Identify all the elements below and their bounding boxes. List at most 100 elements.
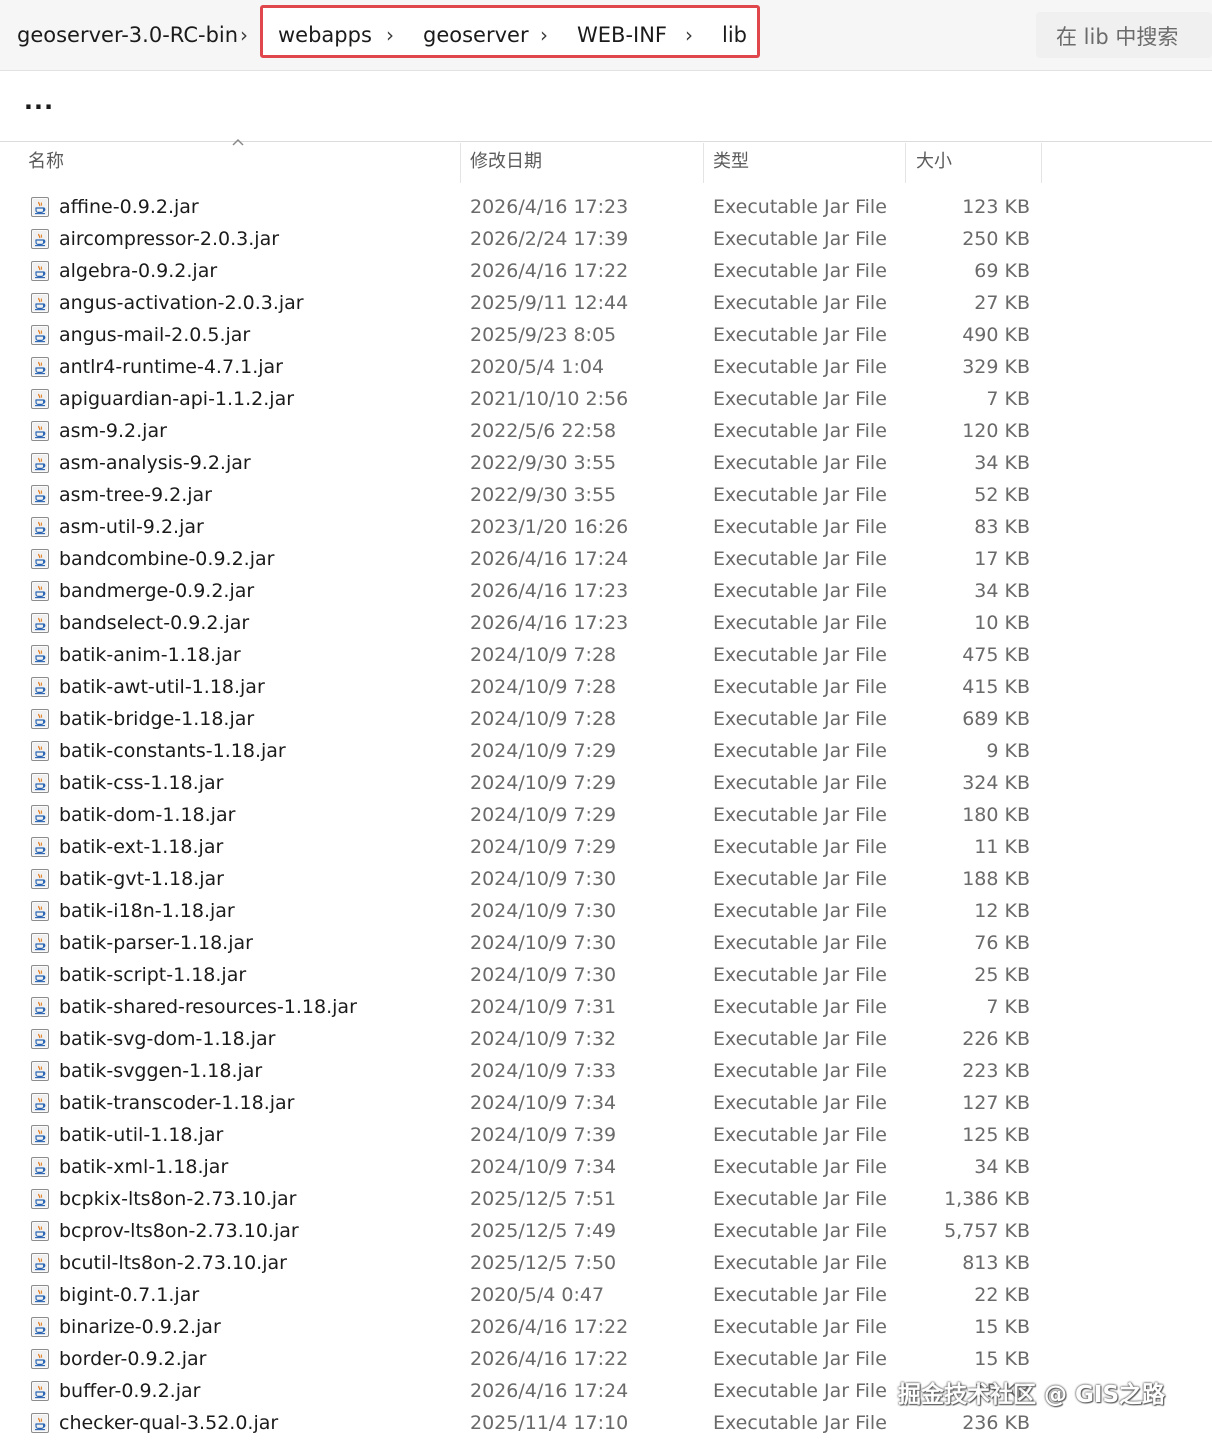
file-name[interactable]: checker-qual-3.52.0.jar (59, 1407, 278, 1439)
file-row[interactable]: batik-gvt-1.18.jar 2024/10/9 7:30 Executab… (0, 863, 1212, 895)
file-row[interactable]: batik-constants-1.18.jar 2024/10/9 7:29 Ex… (0, 735, 1212, 767)
file-name[interactable]: batik-transcoder-1.18.jar (59, 1087, 295, 1119)
file-row[interactable]: apiguardian-api-1.1.2.jar 2021/10/10 2:56… (0, 383, 1212, 415)
file-row[interactable]: batik-util-1.18.jar 2024/10/9 7:39 Executa… (0, 1119, 1212, 1151)
file-row[interactable]: batik-script-1.18.jar 2024/10/9 7:30 Execu… (0, 959, 1212, 991)
file-row[interactable]: binarize-0.9.2.jar 2026/4/16 17:22 Executa… (0, 1311, 1212, 1343)
file-row[interactable]: affine-0.9.2.jar 2026/4/16 17:23 Executabl… (0, 191, 1212, 223)
more-options-button[interactable]: ... (14, 87, 64, 123)
file-row[interactable]: batik-shared-resources-1.18.jar 2024/10/9… (0, 991, 1212, 1023)
breadcrumb-chevron-icon[interactable]: › (386, 21, 394, 49)
file-row[interactable]: border-0.9.2.jar 2026/4/16 17:22 Executabl… (0, 1343, 1212, 1375)
file-name[interactable]: batik-anim-1.18.jar (59, 639, 241, 671)
file-row[interactable]: batik-css-1.18.jar 2024/10/9 7:29 Executab… (0, 767, 1212, 799)
file-row[interactable]: checker-qual-3.52.0.jar 2025/11/4 17:10 Ex… (0, 1407, 1212, 1439)
file-name[interactable]: batik-parser-1.18.jar (59, 927, 253, 959)
file-name[interactable]: bandselect-0.9.2.jar (59, 607, 249, 639)
column-divider[interactable] (1041, 143, 1042, 183)
file-name[interactable]: batik-bridge-1.18.jar (59, 703, 254, 735)
file-name[interactable]: angus-activation-2.0.3.jar (59, 287, 304, 319)
file-name[interactable]: batik-svggen-1.18.jar (59, 1055, 262, 1087)
file-row[interactable]: bcpkix-lts8on-2.73.10.jar 2025/12/5 7:51 E… (0, 1183, 1212, 1215)
file-name[interactable]: bcpkix-lts8on-2.73.10.jar (59, 1183, 296, 1215)
file-name[interactable]: bigint-0.7.1.jar (59, 1279, 199, 1311)
file-row[interactable]: batik-bridge-1.18.jar 2024/10/9 7:28 Execu… (0, 703, 1212, 735)
file-name[interactable]: asm-util-9.2.jar (59, 511, 204, 543)
file-row[interactable]: bigint-0.7.1.jar 2020/5/4 0:47 Executable … (0, 1279, 1212, 1311)
file-name[interactable]: batik-gvt-1.18.jar (59, 863, 224, 895)
file-row[interactable]: angus-mail-2.0.5.jar 2025/9/23 8:05 Execut… (0, 319, 1212, 351)
file-row[interactable]: asm-tree-9.2.jar 2022/9/30 3:55 Executable… (0, 479, 1212, 511)
file-name[interactable]: batik-constants-1.18.jar (59, 735, 286, 767)
file-name[interactable]: batik-util-1.18.jar (59, 1119, 223, 1151)
file-name[interactable]: antlr4-runtime-4.7.1.jar (59, 351, 283, 383)
file-name[interactable]: buffer-0.9.2.jar (59, 1375, 200, 1407)
file-row[interactable]: batik-anim-1.18.jar 2024/10/9 7:28 Executa… (0, 639, 1212, 671)
file-row[interactable]: asm-analysis-9.2.jar 2022/9/30 3:55 Execut… (0, 447, 1212, 479)
breadcrumb-chevron-icon[interactable]: › (240, 21, 248, 49)
file-name[interactable]: border-0.9.2.jar (59, 1343, 206, 1375)
column-divider[interactable] (905, 143, 906, 183)
column-header-size[interactable]: 大小 (916, 143, 952, 181)
file-row[interactable]: bandcombine-0.9.2.jar 2026/4/16 17:24 Exec… (0, 543, 1212, 575)
breadcrumb-chevron-icon[interactable]: › (685, 21, 693, 49)
file-modified-date: 2024/10/9 7:29 (470, 804, 617, 826)
file-name[interactable]: asm-analysis-9.2.jar (59, 447, 251, 479)
file-name[interactable]: bcutil-lts8on-2.73.10.jar (59, 1247, 287, 1279)
file-row[interactable]: bcutil-lts8on-2.73.10.jar 2025/12/5 7:50 E… (0, 1247, 1212, 1279)
file-type: Executable Jar File (713, 452, 887, 474)
file-row[interactable]: bandmerge-0.9.2.jar 2026/4/16 17:23 Execut… (0, 575, 1212, 607)
breadcrumb-item-webapps[interactable]: webapps (278, 21, 372, 49)
breadcrumb-item-geoserver-3.0-RC-bin[interactable]: geoserver-3.0-RC-bin (17, 21, 238, 49)
file-name[interactable]: angus-mail-2.0.5.jar (59, 319, 250, 351)
file-size: 27 KB (974, 292, 1030, 314)
file-row[interactable]: antlr4-runtime-4.7.1.jar 2020/5/4 1:04 Exe… (0, 351, 1212, 383)
file-name[interactable]: bcprov-lts8on-2.73.10.jar (59, 1215, 299, 1247)
breadcrumb-item-web-inf[interactable]: WEB-INF (577, 21, 667, 49)
file-row[interactable]: angus-activation-2.0.3.jar 2025/9/11 12:4… (0, 287, 1212, 319)
file-name[interactable]: batik-awt-util-1.18.jar (59, 671, 265, 703)
file-row[interactable]: bcprov-lts8on-2.73.10.jar 2025/12/5 7:49 E… (0, 1215, 1212, 1247)
file-name[interactable]: batik-dom-1.18.jar (59, 799, 235, 831)
file-name[interactable]: bandcombine-0.9.2.jar (59, 543, 274, 575)
file-name[interactable]: bandmerge-0.9.2.jar (59, 575, 254, 607)
file-row[interactable]: batik-awt-util-1.18.jar 2024/10/9 7:28 Exe… (0, 671, 1212, 703)
file-name[interactable]: batik-xml-1.18.jar (59, 1151, 228, 1183)
file-row[interactable]: batik-svg-dom-1.18.jar 2024/10/9 7:32 Exec… (0, 1023, 1212, 1055)
breadcrumb-chevron-icon[interactable]: › (540, 21, 548, 49)
file-row[interactable]: aircompressor-2.0.3.jar 2026/2/24 17:39 Ex… (0, 223, 1212, 255)
file-name[interactable]: asm-9.2.jar (59, 415, 167, 447)
file-name[interactable]: affine-0.9.2.jar (59, 191, 199, 223)
file-name[interactable]: algebra-0.9.2.jar (59, 255, 217, 287)
file-name[interactable]: aircompressor-2.0.3.jar (59, 223, 279, 255)
column-divider[interactable] (460, 143, 461, 183)
file-name[interactable]: batik-ext-1.18.jar (59, 831, 223, 863)
file-row[interactable]: batik-parser-1.18.jar 2024/10/9 7:30 Execu… (0, 927, 1212, 959)
file-name[interactable]: apiguardian-api-1.1.2.jar (59, 383, 294, 415)
file-name[interactable]: batik-i18n-1.18.jar (59, 895, 235, 927)
breadcrumb-item-geoserver[interactable]: geoserver (423, 21, 529, 49)
file-row[interactable]: batik-transcoder-1.18.jar 2024/10/9 7:34 E… (0, 1087, 1212, 1119)
file-row[interactable]: algebra-0.9.2.jar 2026/4/16 17:22 Executab… (0, 255, 1212, 287)
search-input[interactable]: 在 lib 中搜索 (1036, 12, 1212, 58)
file-row[interactable]: batik-svggen-1.18.jar 2024/10/9 7:33 Execu… (0, 1055, 1212, 1087)
file-name[interactable]: batik-script-1.18.jar (59, 959, 246, 991)
file-row[interactable]: batik-ext-1.18.jar 2024/10/9 7:29 Executab… (0, 831, 1212, 863)
column-divider[interactable] (703, 143, 704, 183)
column-header-date[interactable]: 修改日期 (470, 143, 542, 181)
file-row[interactable]: asm-util-9.2.jar 2023/1/20 16:26 Executabl… (0, 511, 1212, 543)
column-header-type[interactable]: 类型 (713, 143, 749, 181)
column-header-name[interactable]: 名称 (28, 143, 64, 181)
file-row[interactable]: batik-dom-1.18.jar 2024/10/9 7:29 Executab… (0, 799, 1212, 831)
file-name[interactable]: batik-svg-dom-1.18.jar (59, 1023, 275, 1055)
file-row[interactable]: asm-9.2.jar 2022/5/6 22:58 Executable Jar … (0, 415, 1212, 447)
file-row[interactable]: bandselect-0.9.2.jar 2026/4/16 17:23 Execu… (0, 607, 1212, 639)
file-name[interactable]: binarize-0.9.2.jar (59, 1311, 221, 1343)
file-name[interactable]: asm-tree-9.2.jar (59, 479, 212, 511)
breadcrumb-item-lib[interactable]: lib (722, 21, 747, 49)
file-row[interactable]: batik-i18n-1.18.jar 2024/10/9 7:30 Executa… (0, 895, 1212, 927)
file-size: 17 KB (974, 548, 1030, 570)
file-row[interactable]: batik-xml-1.18.jar 2024/10/9 7:34 Executab… (0, 1151, 1212, 1183)
file-name[interactable]: batik-shared-resources-1.18.jar (59, 991, 357, 1023)
file-name[interactable]: batik-css-1.18.jar (59, 767, 223, 799)
